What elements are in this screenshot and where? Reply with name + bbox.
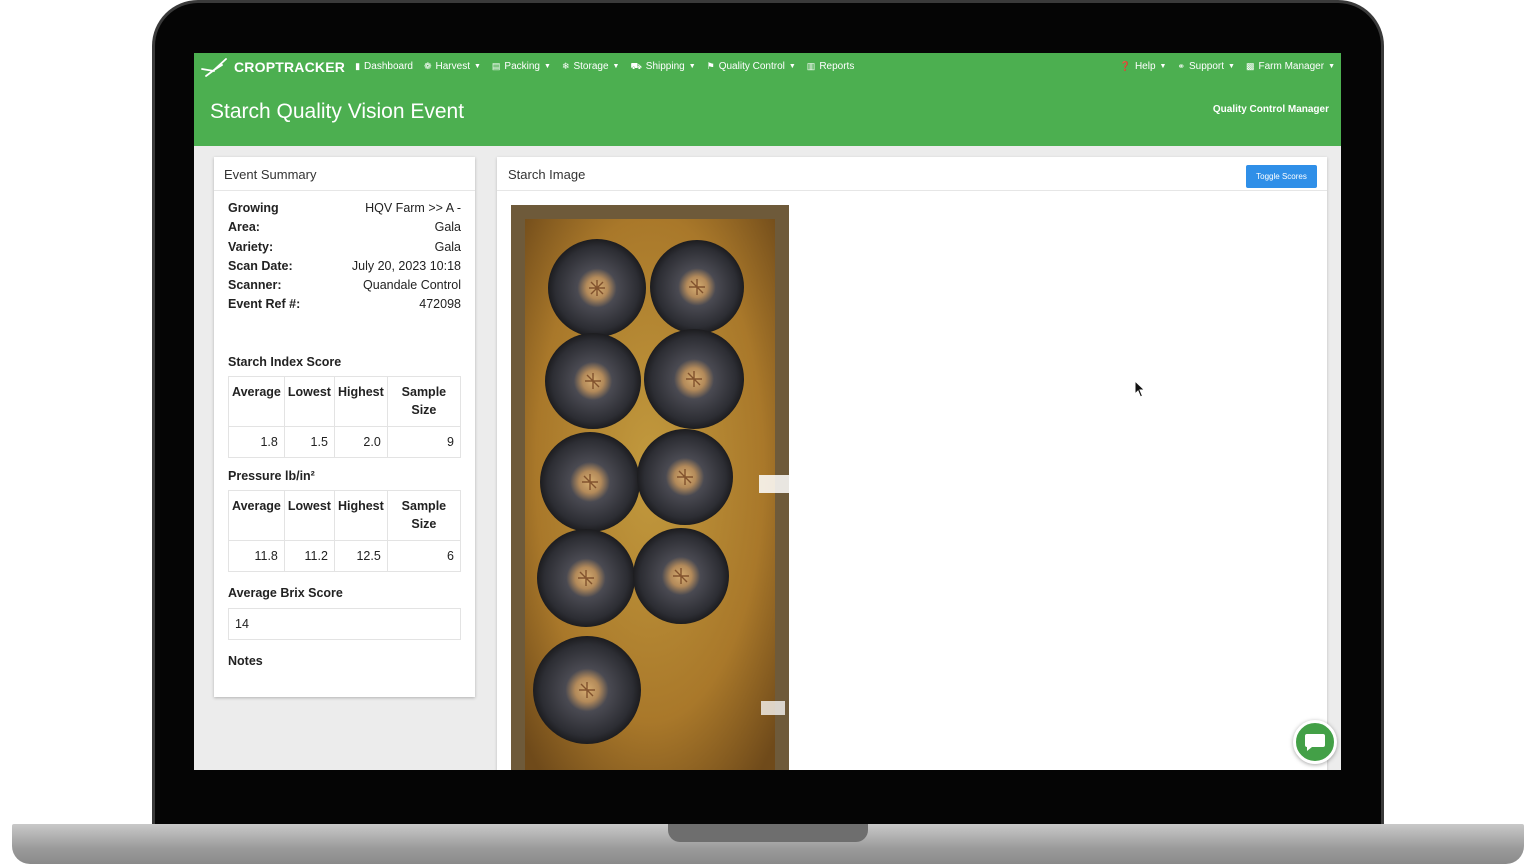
- event-summary-body: Growing HQV Farm >> A - Area: Gala Varie…: [214, 191, 475, 668]
- detail-row-variety: Variety: Gala: [228, 240, 461, 259]
- table-cell: 2.0: [333, 425, 388, 458]
- nav-harvest-label: Harvest: [435, 61, 470, 72]
- question-icon: ❓: [1119, 61, 1131, 71]
- app-screen: CROPTRACKER ▮ Dashboard ❁ Harvest ▼ ▤ Pa…: [194, 53, 1341, 770]
- table-header: Lowest: [283, 375, 335, 427]
- table-cell: 9: [386, 425, 462, 458]
- nav-shipping-label: Shipping: [645, 61, 685, 72]
- table-header: Highest: [333, 375, 388, 427]
- event-summary-title: Event Summary: [214, 157, 475, 191]
- table-cell: 1.5: [283, 425, 335, 458]
- detail-value: July 20, 2023 10:18: [351, 258, 461, 273]
- table-header: Average: [228, 489, 285, 541]
- nav-dashboard-label: Dashboard: [364, 61, 413, 72]
- table-header: Average: [228, 375, 285, 427]
- nav-quality-control[interactable]: ⚑ Quality Control ▼: [707, 61, 796, 72]
- starch-image-card: Starch Image Toggle Scores: [497, 157, 1327, 770]
- detail-value: Gala: [434, 220, 461, 235]
- chat-icon: [1305, 734, 1325, 751]
- pressure-table: Average Lowest Highest Sample Size 11.8 …: [228, 489, 462, 572]
- detail-key: Scan Date:: [228, 258, 293, 273]
- briefcase-icon: ▩: [1245, 61, 1255, 71]
- starch-image-title: Starch Image: [508, 167, 586, 182]
- detail-row-scanner: Scanner: Quandale Control: [228, 278, 461, 297]
- nav-farm-manager-label: Farm Manager: [1258, 61, 1325, 72]
- chevron-down-icon: ▼: [612, 63, 620, 70]
- headset-icon: ⚭: [1177, 61, 1185, 71]
- packing-icon: ▤: [491, 61, 501, 71]
- nav-packing-label: Packing: [504, 61, 540, 72]
- brand-logo[interactable]: CROPTRACKER: [200, 57, 345, 77]
- chevron-down-icon: ▼: [544, 63, 551, 70]
- table-cell: 12.5: [333, 539, 388, 572]
- flag-icon: ⚑: [706, 61, 715, 71]
- detail-key: Variety:: [228, 239, 274, 254]
- detail-row-area: Area: Gala: [228, 220, 461, 239]
- nav-support-label: Support: [1189, 61, 1225, 72]
- table-cell: 11.8: [228, 539, 285, 572]
- detail-key: Scanner:: [228, 278, 282, 293]
- bookmark-icon: ▮: [355, 61, 361, 71]
- nav-help-label: Help: [1134, 61, 1156, 72]
- nav-quality-control-label: Quality Control: [718, 61, 785, 72]
- detail-key: Event Ref #:: [228, 297, 301, 312]
- truck-icon: ⛟: [630, 60, 642, 71]
- page-header: Starch Quality Vision Event Quality Cont…: [194, 80, 1341, 146]
- nav-storage-label: Storage: [573, 61, 609, 72]
- detail-key: Area:: [228, 220, 260, 235]
- table-cell: 6: [386, 539, 462, 572]
- detail-value: HQV Farm >> A -: [365, 201, 461, 215]
- snowflake-icon: ❄: [561, 61, 570, 71]
- chat-widget-button[interactable]: [1293, 720, 1337, 764]
- chevron-down-icon: ▼: [1328, 63, 1335, 70]
- brix-value: 14: [228, 607, 461, 640]
- table-cell: 1.8: [228, 425, 285, 458]
- nav-shipping[interactable]: ⛟ Shipping ▼: [630, 61, 695, 73]
- starch-index-title: Starch Index Score: [228, 354, 342, 369]
- nav-harvest[interactable]: ❁ Harvest ▼: [424, 61, 481, 72]
- starch-index-table: Average Lowest Highest Sample Size 1.8 1…: [228, 375, 462, 458]
- bar-chart-icon: ▥: [806, 61, 816, 71]
- detail-value: Quandale Control: [363, 278, 461, 293]
- detail-row-event-ref: Event Ref #: 472098: [228, 297, 461, 316]
- user-role: Quality Control Manager: [1212, 104, 1329, 115]
- page-title: Starch Quality Vision Event: [210, 100, 465, 123]
- detail-row-growing: Growing HQV Farm >> A -: [228, 201, 461, 220]
- chevron-down-icon: ▼: [1228, 63, 1235, 70]
- table-header: Highest: [333, 489, 388, 541]
- nav-help[interactable]: ❓ Help ▼: [1120, 61, 1167, 72]
- harvest-icon: ❁: [423, 61, 432, 71]
- top-navbar: CROPTRACKER ▮ Dashboard ❁ Harvest ▼ ▤ Pa…: [194, 53, 1341, 80]
- laptop-notch: [668, 824, 868, 842]
- toggle-scores-button[interactable]: Toggle Scores: [1246, 165, 1317, 188]
- nav-reports[interactable]: ▥ Reports: [807, 61, 855, 72]
- detail-key: Growing: [228, 201, 279, 215]
- detail-row-scan-date: Scan Date: July 20, 2023 10:18: [228, 259, 461, 278]
- chevron-down-icon: ▼: [788, 63, 796, 70]
- starch-scan-image[interactable]: [511, 205, 789, 770]
- table-header: Lowest: [283, 489, 335, 541]
- chevron-down-icon: ▼: [1159, 63, 1167, 70]
- table-header: Sample Size: [386, 375, 462, 427]
- brand-name: CROPTRACKER: [234, 58, 346, 75]
- table-cell: 11.2: [283, 539, 335, 572]
- nav-storage[interactable]: ❄ Storage ▼: [562, 61, 620, 72]
- starch-image-header: Starch Image Toggle Scores: [497, 157, 1327, 191]
- nav-support[interactable]: ⚭ Support ▼: [1177, 61, 1235, 72]
- chevron-down-icon: ▼: [688, 63, 696, 70]
- nav-farm-manager[interactable]: ▩ Farm Manager ▼: [1246, 61, 1335, 72]
- detail-value: Gala: [434, 239, 461, 254]
- nav-reports-label: Reports: [819, 61, 855, 72]
- croptracker-logo-icon: [201, 57, 227, 77]
- pressure-title: Pressure lb/in²: [228, 468, 315, 483]
- event-summary-card: Event Summary Growing HQV Farm >> A - Ar…: [214, 157, 475, 697]
- nav-packing[interactable]: ▤ Packing ▼: [492, 61, 551, 72]
- chevron-down-icon: ▼: [473, 63, 481, 70]
- detail-value: 472098: [419, 297, 461, 312]
- notes-label: Notes: [228, 653, 263, 668]
- table-header: Sample Size: [386, 489, 462, 541]
- mouse-cursor-icon: [1134, 380, 1146, 398]
- nav-dashboard[interactable]: ▮ Dashboard: [355, 61, 413, 72]
- brix-title: Average Brix Score: [228, 585, 343, 600]
